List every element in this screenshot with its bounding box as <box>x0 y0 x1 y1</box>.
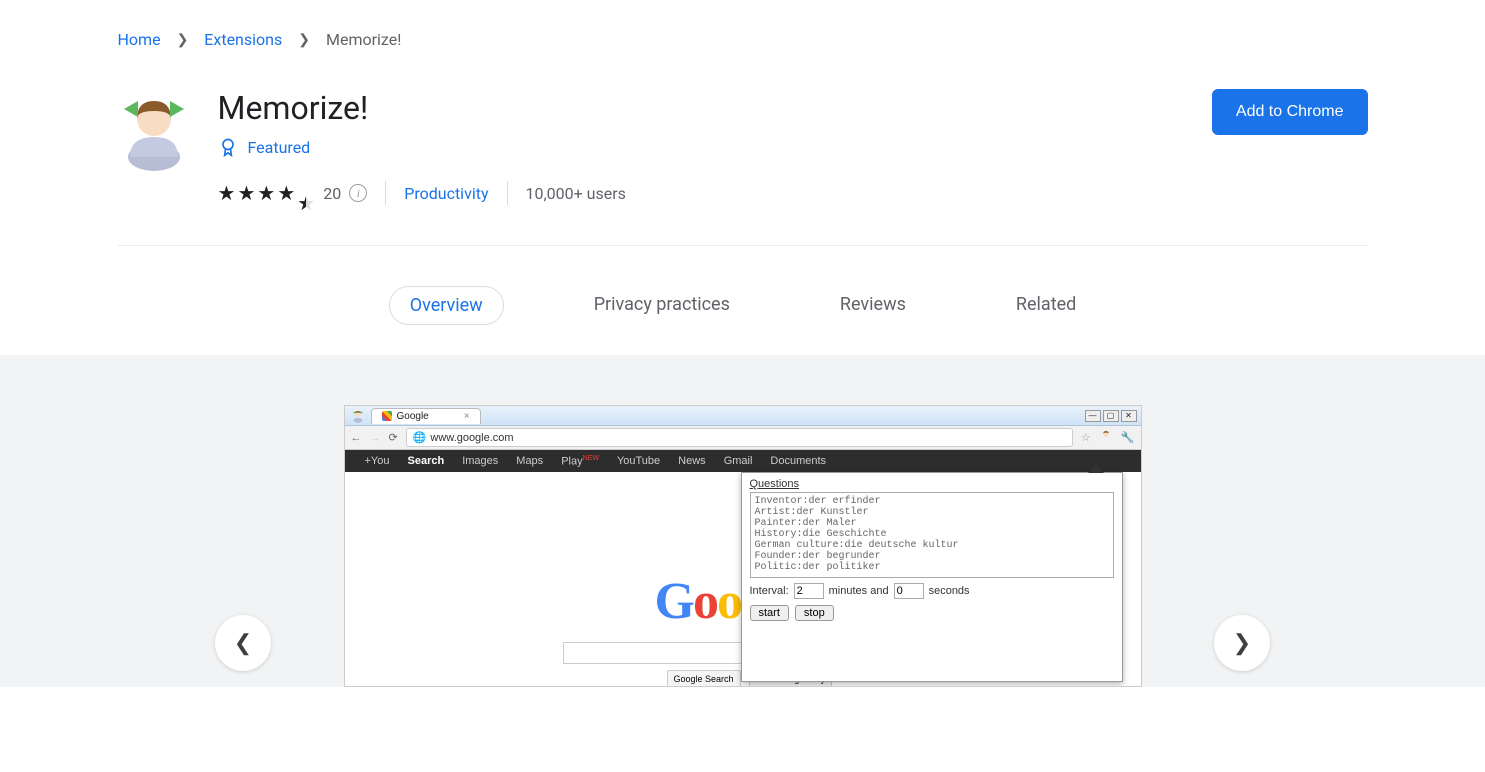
chevron-left-icon: ❮ <box>234 630 252 656</box>
gbar-play: PlayNEW <box>561 455 599 468</box>
interval-minutes-and: minutes and <box>829 585 889 597</box>
globe-icon: 🌐 <box>413 431 427 444</box>
add-to-chrome-button[interactable]: Add to Chrome <box>1212 89 1368 135</box>
star-icon: ★ <box>237 183 255 203</box>
extension-title: Memorize! <box>218 89 1212 127</box>
interval-seconds-input <box>894 583 924 599</box>
window-controls: — ▢ ✕ <box>1085 410 1141 422</box>
breadcrumb-current: Memorize! <box>326 30 401 49</box>
shot-browser-tab: Google × <box>371 408 481 424</box>
minimize-icon: — <box>1085 410 1101 422</box>
close-icon: × <box>464 411 470 422</box>
popup-stop-button: stop <box>795 605 834 621</box>
interval-seconds-label: seconds <box>929 585 970 597</box>
gbar-maps: Maps <box>516 455 543 467</box>
users-count: 10,000+ users <box>526 184 626 203</box>
maximize-icon: ▢ <box>1103 410 1119 422</box>
reload-icon: ⟳ <box>389 431 398 444</box>
breadcrumb-extensions[interactable]: Extensions <box>204 30 282 49</box>
tab-reviews[interactable]: Reviews <box>820 286 926 325</box>
extension-icon <box>1099 429 1113 446</box>
featured-icon <box>218 137 238 157</box>
interval-minutes-input <box>794 583 824 599</box>
gbar-youtube: YouTube <box>617 455 660 467</box>
star-icon: ★ <box>257 183 275 203</box>
extension-icon <box>118 89 190 173</box>
shot-titlebar: Google × — ▢ ✕ <box>345 406 1141 426</box>
shot-url-text: www.google.com <box>430 432 513 444</box>
shot-tab-title: Google <box>397 411 429 422</box>
wrench-icon: 🔧 <box>1121 431 1135 444</box>
star-icon: ★ <box>277 183 295 203</box>
tab-overview[interactable]: Overview <box>389 286 504 325</box>
star-icon: ☆ <box>1081 431 1091 444</box>
info-icon[interactable]: i <box>349 184 367 202</box>
rating-stars[interactable]: ★ ★ ★ ★ ★ ★ <box>218 183 316 203</box>
star-icon: ★ <box>218 183 236 203</box>
tab-privacy[interactable]: Privacy practices <box>574 286 750 325</box>
divider <box>385 181 386 205</box>
gallery-next-button[interactable]: ❯ <box>1214 615 1270 671</box>
screenshot-image: Google × — ▢ ✕ ← → ⟳ 🌐 www.google.com ☆ <box>344 405 1142 687</box>
popup-questions-label: Questions <box>750 478 1114 490</box>
rating-count[interactable]: 20 <box>323 184 341 203</box>
featured-label: Featured <box>248 138 311 157</box>
popup-arrow-icon <box>1088 465 1104 473</box>
popup-questions-textarea: Inventor:der erfinder Artist:der Kunstle… <box>750 492 1114 578</box>
screenshot-gallery: ❮ ❯ Google × — ▢ ✕ <box>0 355 1485 687</box>
popup-start-button: start <box>750 605 789 621</box>
tabs-row: Overview Privacy practices Reviews Relat… <box>118 246 1368 355</box>
gbar-search: Search <box>408 455 445 467</box>
shot-google-bar: +You Search Images Maps PlayNEW YouTube … <box>345 450 1141 472</box>
google-logo: Goo <box>655 572 741 631</box>
shot-extension-popup: Questions Inventor:der erfinder Artist:d… <box>741 472 1123 682</box>
shot-google-search-btn: Google Search <box>667 670 741 687</box>
back-icon: ← <box>351 432 362 444</box>
chevron-right-icon: ❯ <box>298 32 310 48</box>
chevron-right-icon: ❯ <box>1233 630 1251 656</box>
shot-body: Goo Google Search I'm Feeling Lucky Ques… <box>345 472 1141 687</box>
tab-related[interactable]: Related <box>996 286 1096 325</box>
breadcrumb-home[interactable]: Home <box>118 30 161 49</box>
shot-url-field: 🌐 www.google.com <box>406 428 1073 447</box>
breadcrumb: Home ❯ Extensions ❯ Memorize! <box>118 0 1368 59</box>
gbar-gmail: Gmail <box>724 455 753 467</box>
category-link[interactable]: Productivity <box>404 184 488 203</box>
divider <box>507 181 508 205</box>
extension-header: Memorize! Featured ★ ★ ★ ★ ★ <box>118 59 1368 246</box>
interval-label: Interval: <box>750 585 789 597</box>
gbar-news: News <box>678 455 706 467</box>
close-icon: ✕ <box>1121 410 1137 422</box>
shot-app-icon <box>351 409 365 423</box>
google-favicon-icon <box>382 411 392 421</box>
featured-badge: Featured <box>218 137 1212 157</box>
gbar-images: Images <box>462 455 498 467</box>
chevron-right-icon: ❯ <box>177 32 189 48</box>
gbar-documents: Documents <box>770 455 826 467</box>
popup-interval-row: Interval: minutes and seconds <box>750 583 1114 599</box>
gallery-prev-button[interactable]: ❮ <box>215 615 271 671</box>
shot-urlbar: ← → ⟳ 🌐 www.google.com ☆ 🔧 <box>345 426 1141 450</box>
gbar-you: +You <box>365 455 390 467</box>
forward-icon: → <box>370 432 381 444</box>
